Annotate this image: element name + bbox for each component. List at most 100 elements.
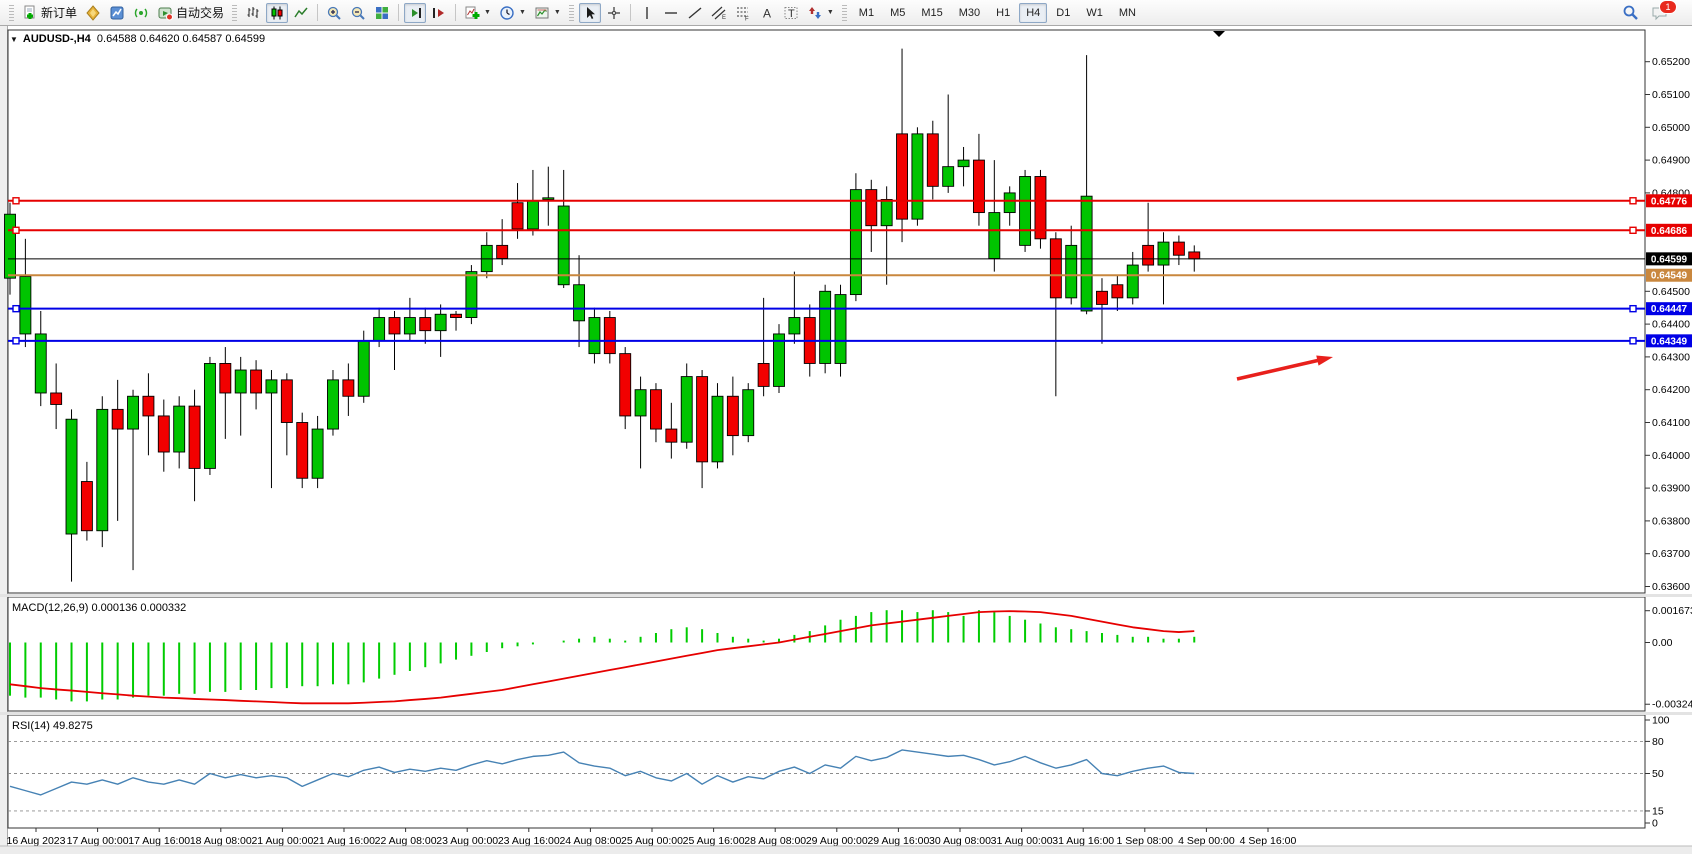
chart-shift-icon (431, 5, 447, 21)
label-tool-button[interactable]: T (780, 3, 802, 23)
tf-m1-button[interactable]: M1 (852, 3, 881, 23)
macd-axis-label: 0.00 (1652, 637, 1673, 649)
indicators-button[interactable]: ▼ (461, 3, 494, 23)
time-tick-label: 4 Sep 00:00 (1178, 835, 1235, 847)
tf-mn-button[interactable]: MN (1112, 3, 1143, 23)
bullish-candle (789, 318, 800, 334)
bearish-candle (973, 160, 984, 212)
horizontal-line-tool-button[interactable] (660, 3, 682, 23)
channel-sub-label: E (722, 15, 726, 21)
auto-scroll-button[interactable] (404, 3, 426, 23)
resistance-line-2-handle[interactable] (13, 227, 19, 233)
bullish-candle (404, 318, 415, 334)
periods-button[interactable]: ▼ (496, 3, 529, 23)
zoom-out-button[interactable] (347, 3, 369, 23)
tf-d1-button[interactable]: D1 (1049, 3, 1077, 23)
templates-dropdown-icon[interactable]: ▼ (554, 9, 561, 16)
bearish-candle (420, 318, 431, 331)
support-line-2-handle[interactable] (13, 338, 19, 344)
price-tick-label: 0.63600 (1652, 581, 1690, 593)
vertical-line-tool-button[interactable] (636, 3, 658, 23)
symbol-period-label: AUDUSD-,H4 (23, 33, 91, 45)
autotrade-icon (157, 5, 173, 21)
bearish-candle (758, 363, 769, 386)
channel-tool-button[interactable]: E (708, 3, 730, 23)
bullish-candle (235, 370, 246, 393)
line-chart-button[interactable] (290, 3, 312, 23)
macd-panel[interactable] (8, 597, 1645, 711)
zoom-in-button[interactable] (323, 3, 345, 23)
bearish-candle (1112, 285, 1123, 298)
chart-shift-button[interactable] (428, 3, 450, 23)
text-tool-button[interactable]: A (756, 3, 778, 23)
support-line-2-price-text: 0.64349 (1651, 336, 1688, 347)
periods-dropdown-icon[interactable]: ▼ (519, 9, 526, 16)
toolbar-grip[interactable] (9, 5, 14, 21)
candlestick-chart-icon (269, 5, 285, 21)
signals-button[interactable] (130, 3, 152, 23)
label-tool-glyph: T (788, 8, 795, 20)
resistance-line-1-price-text: 0.64776 (1651, 196, 1688, 207)
bearish-candle (897, 134, 908, 219)
indicators-dropdown-icon[interactable]: ▼ (484, 9, 491, 16)
resistance-line-2-handle[interactable] (1630, 227, 1636, 233)
tile-windows-button[interactable] (371, 3, 393, 23)
panel-splitter[interactable] (0, 594, 1692, 597)
bullish-candle (850, 190, 861, 295)
toolbar-grip[interactable] (569, 5, 574, 21)
time-tick-label: 22 Aug 08:00 (375, 835, 437, 847)
bar-chart-button[interactable] (242, 3, 264, 23)
market-watch-button[interactable] (106, 3, 128, 23)
tf-h4-button[interactable]: H4 (1019, 3, 1047, 23)
tf-m15-button[interactable]: M15 (914, 3, 949, 23)
bottom-strip (0, 846, 1692, 854)
chart-canvas[interactable]: 0.652000.651000.650000.649000.648000.645… (0, 26, 1692, 854)
toolbar-grip[interactable] (842, 5, 847, 21)
signals-icon (133, 5, 149, 21)
bullish-candle (66, 419, 77, 534)
bullish-candle (1158, 242, 1169, 265)
bearish-candle (727, 396, 738, 435)
bullish-candle (358, 341, 369, 397)
support-line-2-handle[interactable] (1630, 338, 1636, 344)
templates-button[interactable]: ▼ (531, 3, 564, 23)
support-line-1-handle[interactable] (1630, 306, 1636, 312)
time-tick-label: 18 Aug 08:00 (190, 835, 252, 847)
fibonacci-tool-button[interactable]: F (732, 3, 754, 23)
panel-splitter[interactable] (0, 712, 1692, 715)
resistance-line-1-handle[interactable] (13, 198, 19, 204)
search-button[interactable] (1619, 3, 1642, 23)
time-tick-label: 21 Aug 00:00 (251, 835, 313, 847)
crosshair-button[interactable] (603, 3, 625, 23)
bullish-candle (712, 396, 723, 462)
tf-m30-button[interactable]: M30 (952, 3, 987, 23)
bearish-candle (189, 406, 200, 468)
candlestick-chart-button[interactable] (266, 3, 288, 23)
arrows-dropdown-icon[interactable]: ▼ (827, 9, 834, 16)
tf-m5-button[interactable]: M5 (883, 3, 912, 23)
tile-windows-icon (374, 5, 390, 21)
new-order-icon (22, 5, 38, 21)
autotrade-label: 自动交易 (176, 4, 224, 21)
history-center-button[interactable] (82, 3, 104, 23)
vertical-line-icon (639, 5, 655, 21)
clock-icon (499, 5, 515, 21)
price-tick-label: 0.65100 (1652, 89, 1690, 101)
notifications-button[interactable]: 1 (1648, 3, 1672, 23)
time-tick-label: 29 Aug 00:00 (806, 835, 868, 847)
arrows-tool-button[interactable]: ▼ (804, 3, 837, 23)
support-line-1-handle[interactable] (13, 306, 19, 312)
tf-w1-button[interactable]: W1 (1079, 3, 1110, 23)
tf-h1-button[interactable]: H1 (989, 3, 1017, 23)
trendline-tool-button[interactable] (684, 3, 706, 23)
symbol-dropdown-icon[interactable]: ▼ (10, 35, 18, 44)
toolbar-grip[interactable] (232, 5, 237, 21)
bearish-candle (1096, 291, 1107, 304)
cursor-button[interactable] (579, 3, 601, 23)
new-order-button[interactable]: 新订单 (19, 3, 80, 23)
rsi-indicator-label: RSI(14) 49.8275 (12, 720, 93, 732)
bullish-candle (35, 334, 46, 393)
horizontal-line-icon (663, 5, 679, 21)
autotrade-button[interactable]: 自动交易 (154, 3, 227, 23)
resistance-line-1-handle[interactable] (1630, 198, 1636, 204)
